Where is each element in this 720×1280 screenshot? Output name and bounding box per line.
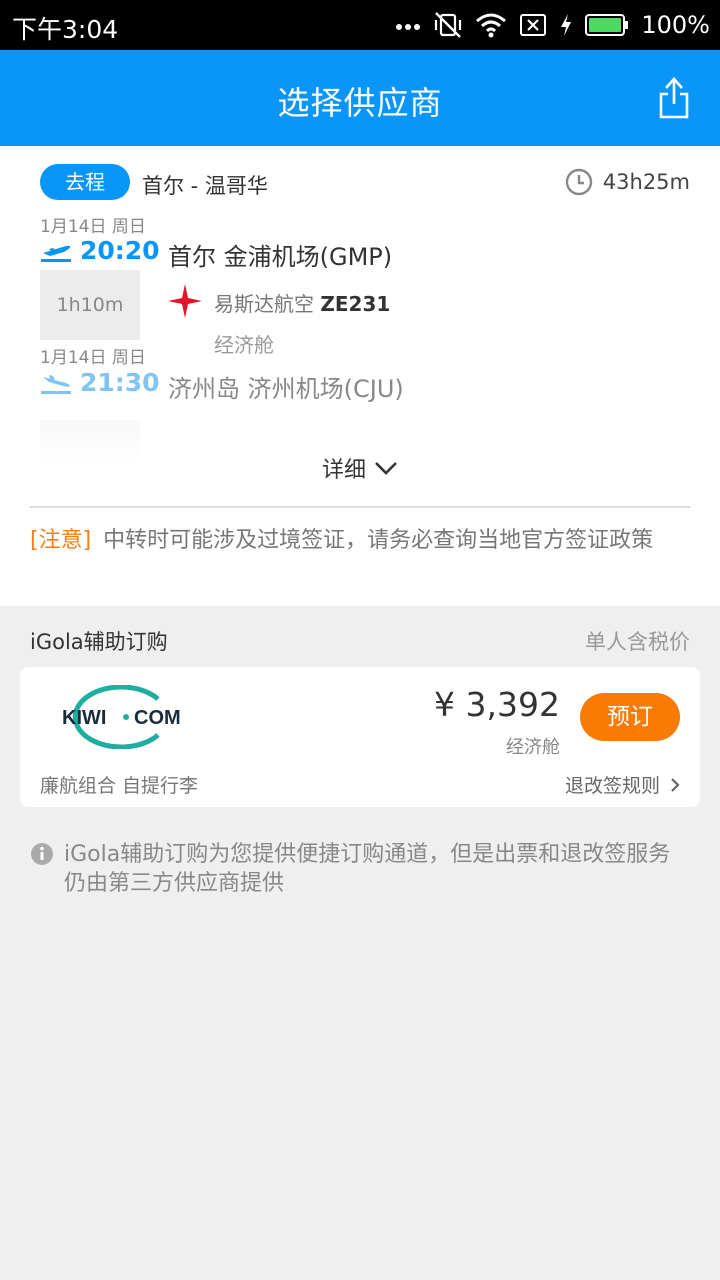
wifi-icon	[476, 13, 507, 38]
departure-time: 20:20	[80, 236, 160, 265]
takeoff-icon	[41, 245, 71, 262]
sim-x-icon	[520, 14, 547, 36]
direction-badge: 去程	[40, 164, 130, 200]
airline-logo-icon	[168, 284, 202, 318]
kiwi-logo-text: KIWI	[62, 707, 106, 729]
detail-toggle-button[interactable]: 详细	[0, 452, 720, 484]
app-bar: 选择供应商	[0, 50, 720, 146]
arrival-time: 21:30	[80, 368, 160, 397]
battery-icon	[585, 14, 629, 36]
supplier-card[interactable]: KIWI COM ¥ 3,392 经济舱 预订 廉航组合 自提行李 退改签规则	[20, 667, 700, 807]
chevron-right-icon	[671, 777, 680, 792]
book-button[interactable]: 预订	[580, 693, 680, 741]
notice-tag: [注意]	[30, 528, 92, 553]
refund-rule-label: 退改签规则	[564, 775, 660, 797]
page-title: 选择供应商	[277, 84, 443, 122]
departure-date: 1月14日 周日	[40, 217, 146, 237]
info-text: iGola辅助订购为您提供便捷订购通道，但是出票和退改签服务仍由第三方供应商提供	[64, 842, 671, 896]
status-bar: 下午3:04 100%	[0, 0, 720, 50]
battery-percent: 100%	[641, 11, 710, 39]
detail-toggle-label: 详细	[321, 458, 366, 483]
arrival-airport: 济州岛 济州机场(CJU)	[168, 375, 404, 403]
flight-card: 去程 首尔 - 温哥华 43h25m 1月14日 周日 20:20 首尔 金浦机…	[0, 146, 720, 606]
flight-number: ZE231	[320, 292, 391, 316]
airline-label: 易斯达航空	[214, 292, 314, 316]
vibrate-off-icon	[435, 12, 462, 38]
status-icons: 100%	[395, 8, 710, 42]
info-note: iGola辅助订购为您提供便捷订购通道，但是出票和退改签服务仍由第三方供应商提供	[30, 840, 690, 898]
supplier-section-header: iGola辅助订购 单人含税价	[0, 606, 720, 666]
charging-icon	[561, 14, 572, 36]
landing-icon	[41, 375, 71, 394]
supplier-tags: 廉航组合 自提行李	[40, 775, 199, 797]
share-icon[interactable]	[658, 76, 690, 120]
transit-notice: [注意] 中转时可能涉及过境签证，请务必查询当地官方签证政策	[30, 526, 690, 555]
departure-airport: 首尔 金浦机场(GMP)	[168, 243, 393, 271]
cabin-class: 经济舱	[214, 333, 274, 357]
status-time: 下午3:04	[12, 15, 119, 44]
clock-icon	[565, 168, 592, 196]
dots-icon	[396, 24, 421, 30]
divider	[30, 506, 690, 508]
chevron-down-icon	[375, 462, 397, 475]
price-note: 单人含税价	[585, 630, 690, 654]
arrival-date: 1月14日 周日	[40, 348, 146, 368]
section-title: iGola辅助订购	[30, 630, 168, 654]
info-icon	[31, 843, 53, 865]
total-duration-text: 43h25m	[602, 170, 690, 194]
airline-name: 易斯达航空 ZE231	[214, 288, 390, 317]
route-text: 首尔 - 温哥华	[142, 174, 268, 198]
notice-text: 中转时可能涉及过境签证，请务必查询当地官方签证政策	[103, 528, 654, 553]
total-duration: 43h25m	[565, 168, 690, 196]
supplier-price: ¥ 3,392	[434, 685, 560, 724]
kiwi-logo: KIWI COM	[62, 685, 181, 749]
refund-rule-link[interactable]: 退改签规则	[565, 771, 680, 798]
com-logo-text: COM	[134, 707, 181, 729]
supplier-cabin: 经济舱	[506, 737, 560, 758]
flight-duration: 1h10m	[40, 270, 140, 340]
